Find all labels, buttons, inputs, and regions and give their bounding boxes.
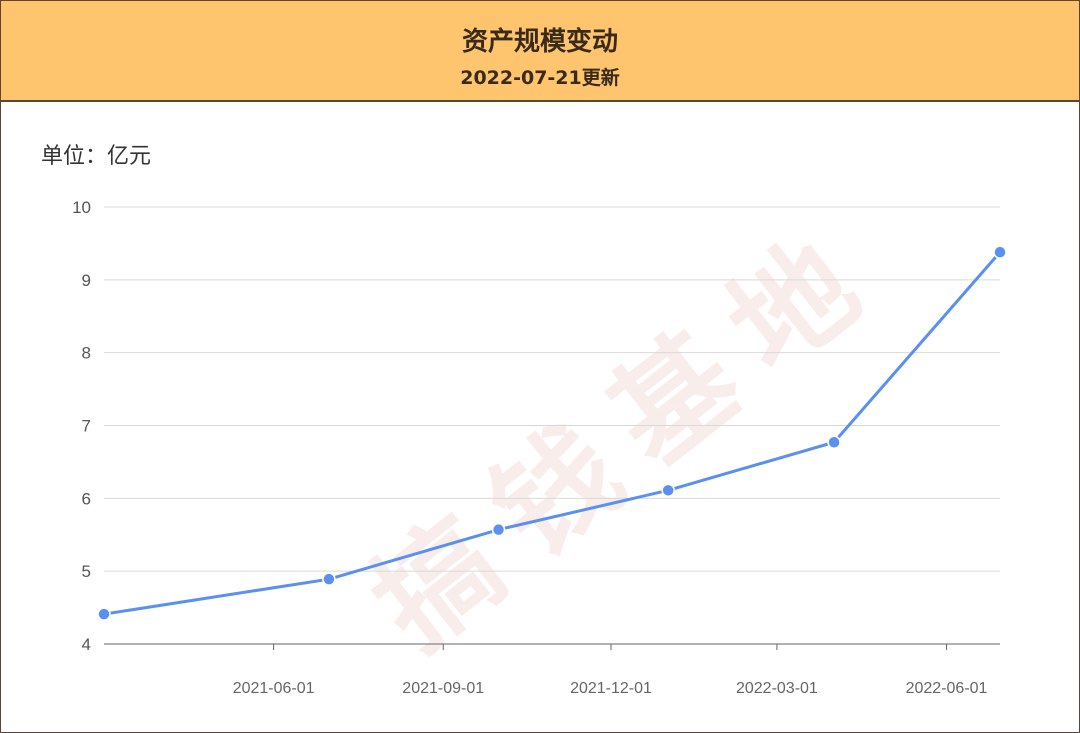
x-tick-label: 2021-06-01 [233, 680, 315, 697]
y-tick-label: 5 [82, 562, 91, 581]
y-tick-label: 9 [82, 271, 91, 290]
x-axis [104, 643, 1000, 650]
series-line [103, 251, 1002, 616]
y-tick-label: 10 [72, 198, 91, 217]
tick-labels: 4 5 6 7 8 9 10 2021-06-01 2021-09-01 2021-12-01 20… [72, 198, 987, 697]
data-point [661, 483, 675, 498]
data-point [97, 607, 111, 621]
y-tick-label: 4 [82, 635, 91, 654]
y-tick-label: 7 [82, 417, 91, 436]
y-tick-label: 8 [82, 344, 91, 363]
series-layer [97, 245, 1007, 621]
line-chart: 4 5 6 7 8 9 10 2021-06-01 2021-09-01 2021-12-01 20… [72, 198, 1007, 697]
y-tick-label: 6 [82, 489, 91, 508]
x-tick-label: 2022-03-01 [736, 680, 818, 697]
data-point [322, 572, 336, 586]
data-point [827, 435, 841, 450]
x-tick-label: 2022-06-01 [906, 680, 988, 697]
data-point [993, 245, 1007, 259]
x-tick-label: 2021-09-01 [402, 680, 484, 697]
x-tick-label: 2021-12-01 [570, 680, 652, 697]
data-point [491, 522, 506, 537]
